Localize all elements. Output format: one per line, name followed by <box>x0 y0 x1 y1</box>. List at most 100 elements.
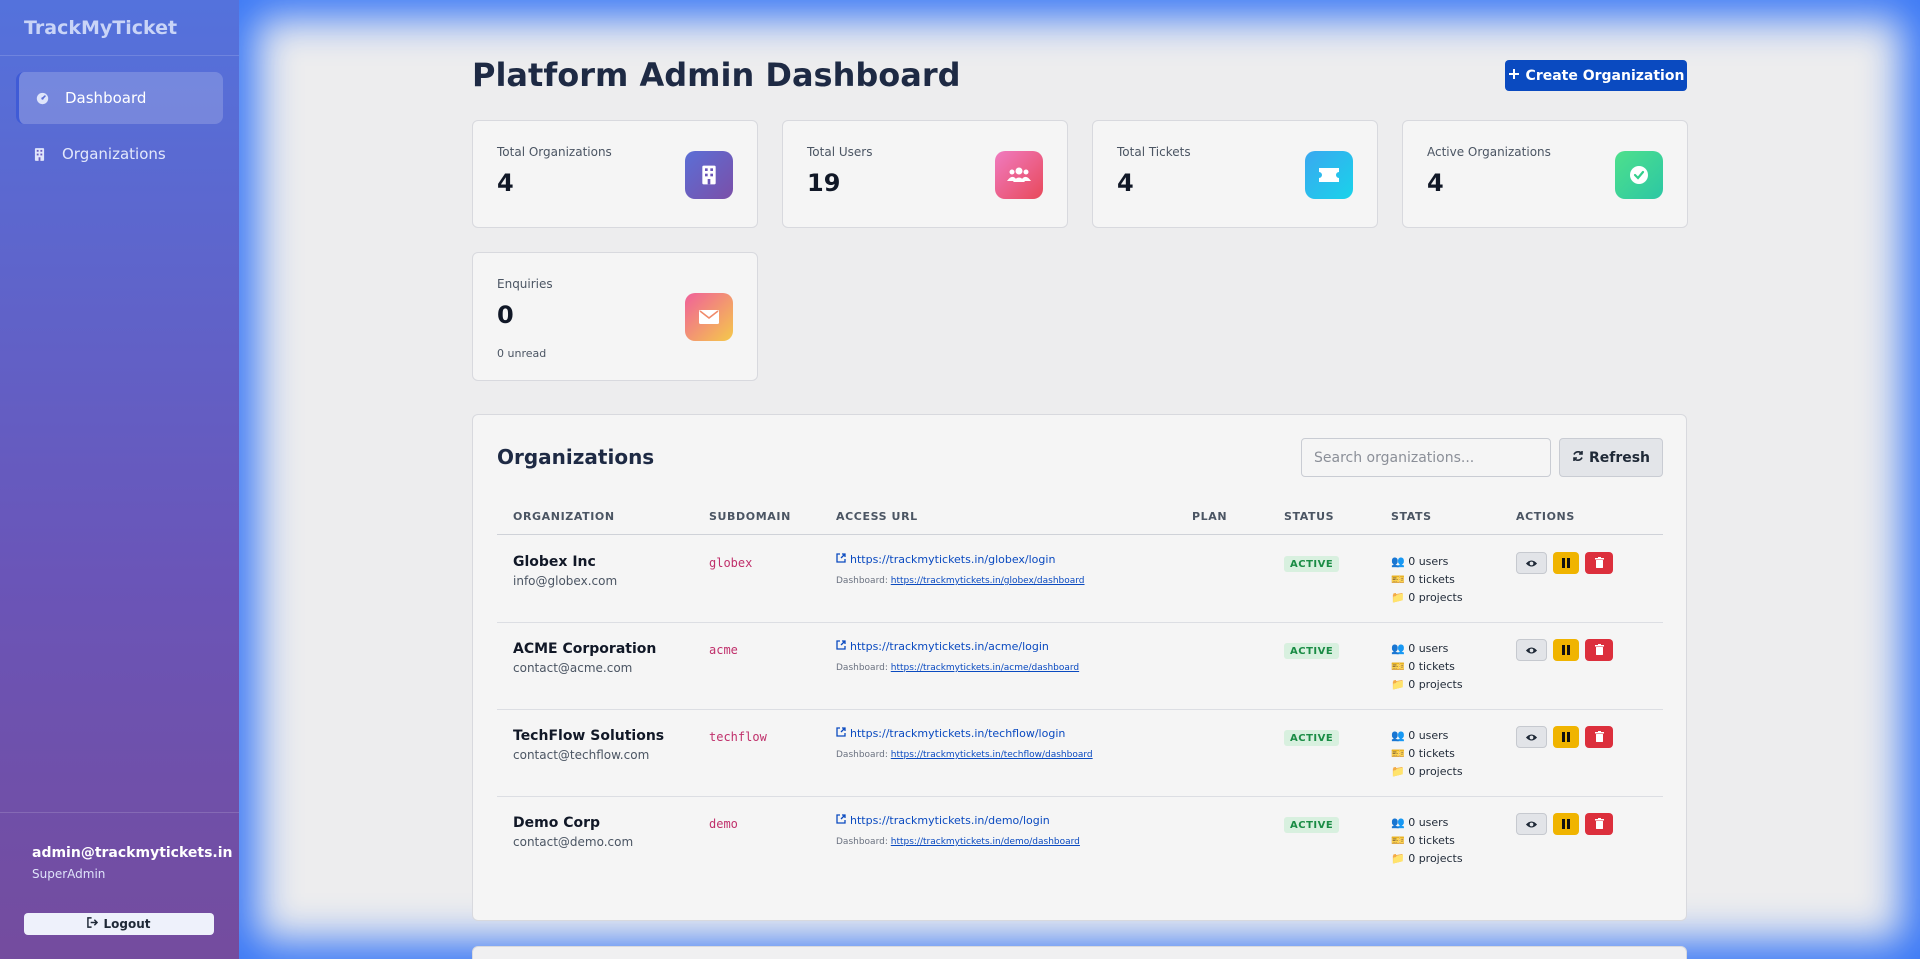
dashboard-prefix: Dashboard: <box>836 837 888 847</box>
org-name: Demo Corp <box>513 815 601 831</box>
refresh-label: Refresh <box>1588 449 1651 466</box>
pause-button[interactable] <box>1553 552 1579 574</box>
sidebar-item-organizations[interactable]: Organizations <box>16 128 223 180</box>
column-header-plan[interactable]: PLAN <box>1192 510 1227 523</box>
search-input[interactable] <box>1301 438 1551 477</box>
view-button[interactable] <box>1516 639 1547 661</box>
sidebar-item-label: Organizations <box>62 145 166 163</box>
view-button[interactable] <box>1516 726 1547 748</box>
user-role: SuperAdmin <box>32 867 106 881</box>
column-header-actions[interactable]: ACTIONS <box>1516 510 1575 523</box>
external-link-icon <box>836 553 846 566</box>
create-organization-button[interactable]: Create Organization <box>1505 60 1687 91</box>
row-actions <box>1516 639 1613 661</box>
dashboard-url-link[interactable]: https://trackmytickets.in/acme/dashboard <box>891 663 1079 673</box>
stat-sub: 0 unread <box>497 347 547 360</box>
org-stats: 👥 0 users 🎫 0 tickets 📁 0 projects <box>1391 640 1463 694</box>
table-header: ORGANIZATION SUBDOMAIN ACCESS URL PLAN S… <box>497 500 1663 535</box>
users-count: 👥 0 users <box>1391 816 1449 829</box>
refresh-button[interactable]: Refresh <box>1559 438 1663 477</box>
ticket-icon <box>1305 151 1353 199</box>
external-link-icon <box>836 727 846 740</box>
brand-logo[interactable]: TrackMyTicket <box>0 0 239 56</box>
projects-count: 📁 0 projects <box>1391 591 1463 604</box>
org-stats: 👥 0 users 🎫 0 tickets 📁 0 projects <box>1391 553 1463 607</box>
gauge-icon <box>35 91 49 105</box>
access-url-link[interactable]: https://trackmytickets.in/techflow/login <box>836 727 1065 740</box>
eye-icon <box>1525 817 1538 832</box>
pause-button[interactable] <box>1553 726 1579 748</box>
access-url-text: https://trackmytickets.in/globex/login <box>850 553 1056 566</box>
column-header-subdomain[interactable]: SUBDOMAIN <box>709 510 791 523</box>
pause-button[interactable] <box>1553 639 1579 661</box>
trash-icon <box>1594 730 1604 745</box>
delete-button[interactable] <box>1585 813 1613 835</box>
pause-icon <box>1562 730 1570 745</box>
trash-icon <box>1594 817 1604 832</box>
eye-icon <box>1525 643 1538 658</box>
dashboard-line: Dashboard: https://trackmytickets.in/glo… <box>836 576 1085 586</box>
org-name: ACME Corporation <box>513 641 657 657</box>
org-name: Globex Inc <box>513 554 596 570</box>
table-row: Demo Corp contact@demo.com demo https://… <box>497 797 1663 884</box>
logout-button[interactable]: Logout <box>24 913 214 935</box>
stat-card-total-organizations: Total Organizations 4 <box>472 120 758 228</box>
table-row: Globex Inc info@globex.com globex https:… <box>497 536 1663 623</box>
view-button[interactable] <box>1516 813 1547 835</box>
status-badge: ACTIVE <box>1284 643 1340 659</box>
external-link-icon <box>836 640 846 653</box>
org-subdomain: demo <box>709 817 738 831</box>
projects-count: 📁 0 projects <box>1391 765 1463 778</box>
plus-icon <box>1508 68 1520 84</box>
access-url-text: https://trackmytickets.in/demo/login <box>850 814 1050 827</box>
eye-icon <box>1525 730 1538 745</box>
delete-button[interactable] <box>1585 726 1613 748</box>
pause-icon <box>1562 643 1570 658</box>
tickets-count: 🎫 0 tickets <box>1391 747 1455 760</box>
check-circle-icon <box>1615 151 1663 199</box>
stat-label: Enquiries <box>497 277 553 291</box>
building-icon <box>685 151 733 199</box>
dashboard-url-link[interactable]: https://trackmytickets.in/demo/dashboard <box>891 837 1080 847</box>
sidebar-item-dashboard[interactable]: Dashboard <box>16 72 223 124</box>
delete-button[interactable] <box>1585 552 1613 574</box>
users-icon <box>995 151 1043 199</box>
access-url-link[interactable]: https://trackmytickets.in/acme/login <box>836 640 1049 653</box>
stat-card-enquiries: Enquiries 0 0 unread <box>472 252 758 381</box>
dashboard-prefix: Dashboard: <box>836 576 888 586</box>
org-email: info@globex.com <box>513 574 618 588</box>
projects-count: 📁 0 projects <box>1391 678 1463 691</box>
org-subdomain: globex <box>709 556 753 570</box>
access-url-link[interactable]: https://trackmytickets.in/globex/login <box>836 553 1055 566</box>
column-header-stats[interactable]: STATS <box>1391 510 1432 523</box>
tickets-count: 🎫 0 tickets <box>1391 660 1455 673</box>
dashboard-prefix: Dashboard: <box>836 663 888 673</box>
column-header-status[interactable]: STATUS <box>1284 510 1334 523</box>
org-email: contact@techflow.com <box>513 748 650 762</box>
column-header-access-url[interactable]: ACCESS URL <box>836 510 918 523</box>
tickets-count: 🎫 0 tickets <box>1391 573 1455 586</box>
main-area: Platform Admin Dashboard Create Organiza… <box>239 0 1920 959</box>
pause-button[interactable] <box>1553 813 1579 835</box>
delete-button[interactable] <box>1585 639 1613 661</box>
dashboard-url-link[interactable]: https://trackmytickets.in/techflow/dashb… <box>891 750 1093 760</box>
page-title: Platform Admin Dashboard <box>472 56 961 94</box>
dashboard-url-link[interactable]: https://trackmytickets.in/globex/dashboa… <box>891 576 1085 586</box>
status-badge: ACTIVE <box>1284 730 1340 746</box>
row-actions <box>1516 726 1613 748</box>
column-header-organization[interactable]: ORGANIZATION <box>513 510 615 523</box>
user-email: admin@trackmytickets.in <box>32 845 233 861</box>
access-url-link[interactable]: https://trackmytickets.in/demo/login <box>836 814 1050 827</box>
organizations-panel: Organizations Refresh ORGANIZATION SUBDO… <box>472 414 1687 921</box>
row-actions <box>1516 552 1613 574</box>
trash-icon <box>1594 556 1604 571</box>
users-count: 👥 0 users <box>1391 642 1449 655</box>
users-count: 👥 0 users <box>1391 555 1449 568</box>
status-badge: ACTIVE <box>1284 556 1340 572</box>
stat-card-total-users: Total Users 19 <box>782 120 1068 228</box>
building-icon <box>32 147 46 161</box>
view-button[interactable] <box>1516 552 1547 574</box>
sidebar-item-label: Dashboard <box>65 89 147 107</box>
org-email: contact@demo.com <box>513 835 634 849</box>
org-name: TechFlow Solutions <box>513 728 665 744</box>
